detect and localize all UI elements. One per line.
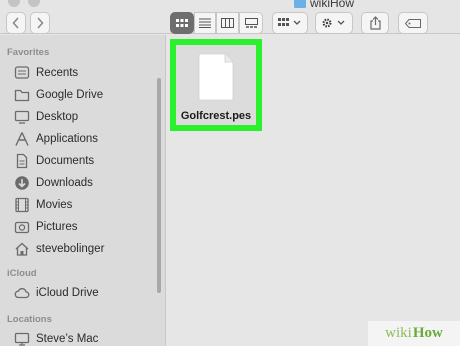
sidebar-item-label: Downloads — [36, 177, 93, 189]
sidebar-item-label: Recents — [36, 67, 79, 79]
sidebar-item-home[interactable]: stevebolinger — [14, 240, 104, 258]
sidebar-item-documents[interactable]: Documents — [14, 152, 94, 170]
gear-icon — [322, 18, 345, 28]
action-button[interactable] — [315, 12, 353, 34]
forward-button[interactable] — [30, 12, 50, 34]
sidebar: Favorites Recents Google Drive Desktop A… — [0, 35, 166, 346]
sidebar-item-label: iCloud Drive — [36, 287, 99, 299]
gallery-view-button[interactable] — [239, 12, 263, 34]
sidebar-item-label: Movies — [36, 199, 73, 211]
share-button[interactable] — [361, 12, 389, 34]
sidebar-item-label: Google Drive — [36, 89, 104, 101]
edit-tags-button[interactable] — [398, 12, 428, 34]
watermark-text-how: How — [412, 325, 443, 341]
back-button[interactable] — [6, 12, 26, 34]
computer-icon — [14, 331, 30, 346]
sidebar-item-google-drive[interactable]: Google Drive — [14, 86, 103, 104]
desktop-icon — [14, 109, 30, 125]
sidebar-scrollbar[interactable] — [157, 78, 161, 293]
sidebar-item-applications[interactable]: Applications — [14, 130, 98, 148]
window-title-text: wikiHow — [310, 0, 355, 10]
film-icon — [14, 197, 30, 213]
file-browser-content: Golfcrest.pes — [167, 35, 460, 346]
sidebar-item-label: Documents — [36, 155, 95, 167]
applications-icon — [14, 131, 30, 147]
sidebar-item-movies[interactable]: Movies — [14, 196, 72, 214]
sidebar-item-label: stevebolinger — [36, 243, 105, 255]
list-view-icon — [199, 18, 211, 28]
favorites-heading: Favorites — [7, 47, 50, 58]
sidebar-item-steves-mac[interactable]: Steve’s Mac — [14, 330, 98, 346]
finder-toolbar: wikiHow — [0, 0, 460, 34]
sidebar-item-downloads[interactable]: Downloads — [14, 174, 93, 192]
locations-heading: Locations — [7, 314, 52, 325]
share-icon — [369, 16, 381, 30]
group-by-button[interactable] — [272, 12, 308, 34]
close-window-button[interactable] — [8, 0, 20, 7]
sidebar-item-label: Applications — [36, 133, 99, 145]
document-icon — [198, 53, 234, 101]
download-icon — [14, 175, 30, 191]
folder-icon — [14, 87, 30, 103]
sidebar-item-recents[interactable]: Recents — [14, 64, 78, 82]
column-view-icon — [221, 18, 234, 28]
sidebar-item-label: Steve’s Mac — [36, 333, 99, 345]
window-title: wikiHow — [294, 0, 354, 10]
sidebar-item-label: Pictures — [36, 221, 78, 233]
cloud-icon — [14, 285, 30, 301]
sidebar-item-label: Desktop — [36, 111, 79, 123]
clock-icon — [14, 65, 30, 81]
group-by-icon — [278, 18, 301, 26]
icon-view-button[interactable] — [170, 12, 194, 34]
folder-icon — [294, 0, 306, 8]
wikihow-watermark: wiki How — [368, 321, 460, 346]
file-item-golfcrest[interactable]: Golfcrest.pes — [170, 39, 262, 131]
chevron-right-icon — [37, 17, 44, 29]
gallery-view-icon — [244, 18, 258, 28]
tag-icon — [405, 18, 421, 28]
icon-view-icon — [176, 19, 188, 27]
document-icon — [14, 153, 30, 169]
sidebar-item-pictures[interactable]: Pictures — [14, 218, 78, 236]
sidebar-item-desktop[interactable]: Desktop — [14, 108, 78, 126]
icloud-heading: iCloud — [7, 268, 37, 279]
home-icon — [14, 241, 30, 257]
camera-icon — [14, 219, 30, 235]
file-name: Golfcrest.pes — [180, 110, 252, 122]
list-view-button[interactable] — [194, 12, 216, 34]
column-view-button[interactable] — [216, 12, 239, 34]
minimize-window-button[interactable] — [28, 0, 40, 7]
chevron-left-icon — [12, 17, 19, 29]
watermark-text-wiki: wiki — [385, 325, 412, 341]
sidebar-item-icloud-drive[interactable]: iCloud Drive — [14, 284, 99, 302]
